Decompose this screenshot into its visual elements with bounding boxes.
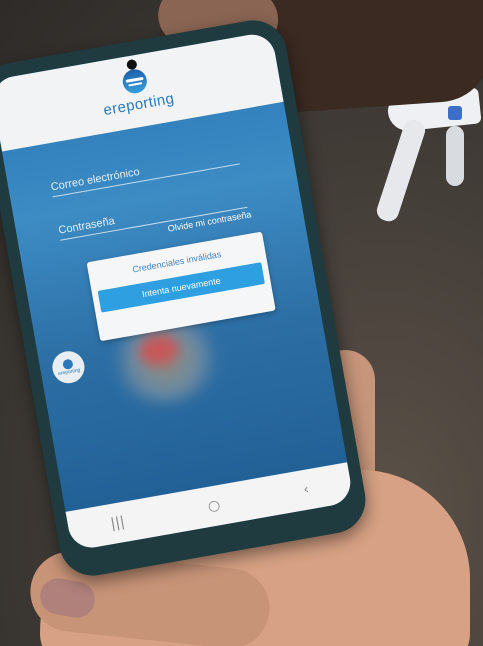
- recent-apps-icon[interactable]: |||: [109, 514, 126, 532]
- photo-scene: ereporting Correo electrónico Contraseña…: [0, 0, 483, 646]
- side-logo-badge: ereporting: [49, 348, 87, 386]
- app-header: ereporting: [0, 30, 284, 152]
- side-brand-text: ereporting: [57, 367, 81, 378]
- ereporting-logo-icon: [120, 67, 149, 96]
- background-chair: [360, 87, 482, 224]
- back-icon[interactable]: ‹: [302, 481, 310, 498]
- brand-name: ereporting: [102, 89, 176, 120]
- home-icon[interactable]: ○: [207, 497, 222, 515]
- email-label: Correo electrónico: [49, 165, 141, 194]
- password-label: Contraseña: [57, 215, 116, 237]
- error-dialog: Credenciales inválidas Intenta nuevament…: [86, 231, 276, 342]
